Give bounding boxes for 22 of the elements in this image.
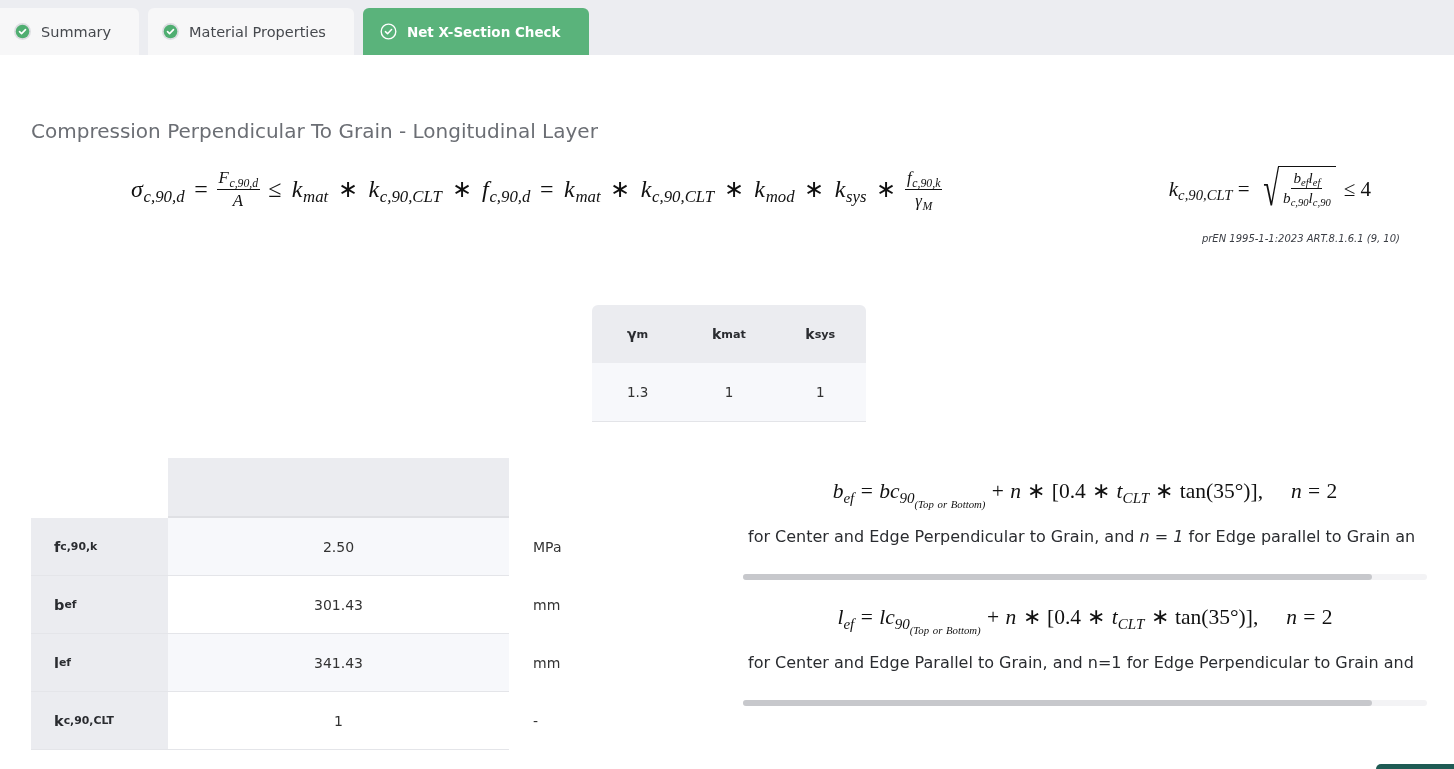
tab[interactable]: Material Properties — [148, 8, 354, 55]
unit-label: MPa — [533, 539, 562, 556]
scrollbar[interactable] — [743, 574, 1427, 581]
unit-label: mm — [533, 655, 561, 672]
table-cell-text: 1.3 — [625, 383, 650, 403]
unit-label: - — [533, 713, 539, 730]
note-text: for Center and Edge Parallel to Grain, and n=1 for Edge Perpendicular to Grain and — [747, 653, 1415, 673]
tab[interactable]: Summary — [0, 8, 140, 55]
table-cell-text: 1 — [815, 383, 826, 403]
math-formula: k$_{c,90,CLT}$ = √ b$_{ef}$l$_{ef}$ b$_{c,90}$l$_{c,90}$ ≤ 4 — [1168, 165, 1371, 214]
table-cell: 2.50 — [168, 518, 509, 577]
floating-button[interactable] — [1376, 764, 1454, 769]
math-formula: σ$_{c,90,d}$ = F$_{c,90,d}$ A ≤ k$_{mat}$ ∗ k$_{c,90,CLT}$ ∗ f$_{c,90,d}$ = k$_{mat}$ ∗ k$_{c,90,CLT}$ ∗ k$_{mod}$ ∗ k$_{sys}$ ∗ f$_{c,90,k}$ γ$_{M}$ — [131, 168, 943, 210]
unit-label: mm — [533, 597, 561, 614]
note-text: for Center and Edge Perpendicular to Grain, and n = 1 for Edge parallel to Grain an — [747, 527, 1417, 547]
table-cell: 341.43 — [168, 634, 509, 693]
section-title: Compression Perpendicular To Grain - Longitudinal Layer — [31, 119, 599, 143]
reference-text: prEN 1995-1-1:2023 ART.8.1.6.1 (9, 10) — [1200, 233, 1400, 245]
math-formula: l$_{ef}$ = lc$_{90}$$_{(Top or Bottom)}$ + n ∗ [0.4 ∗ t$_{CLT}$ ∗ tan(35°)], n = 2 — [836, 604, 1334, 638]
table-cell-text: 1 — [723, 383, 735, 403]
math-formula: b$_{ef}$ = bc$_{90}$$_{(Top or Bottom)}$ + n ∗ [0.4 ∗ t$_{CLT}$ ∗ tan(35°)], n = 2 — [831, 478, 1339, 512]
scrollbar[interactable] — [743, 700, 1427, 707]
